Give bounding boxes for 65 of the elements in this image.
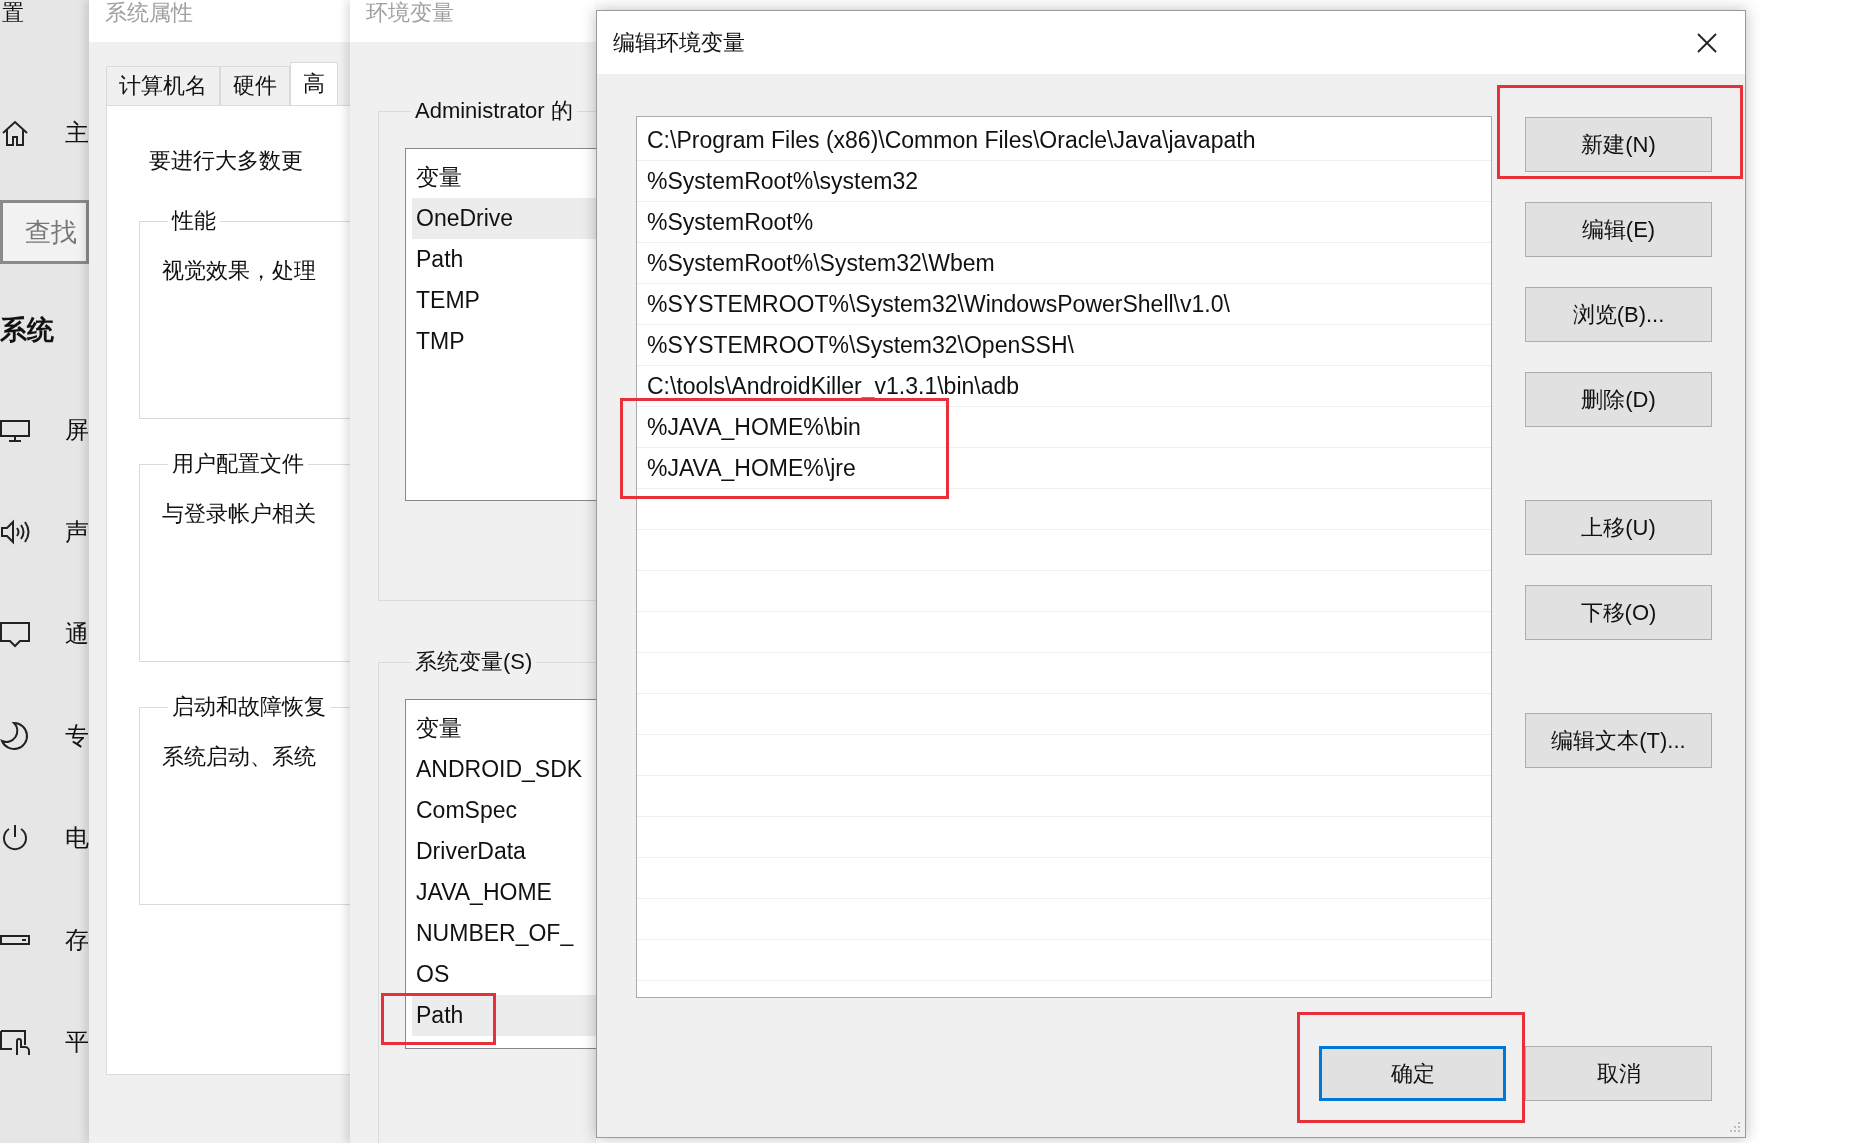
window-title: 环境变量	[366, 0, 454, 26]
intro-text: 要进行大多数更	[149, 147, 304, 175]
tab[interactable]: 高	[290, 62, 338, 105]
resize-grip-icon[interactable]	[1728, 1120, 1742, 1134]
group-title: 系统变量(S)	[414, 648, 534, 676]
variable-row[interactable]: Path	[412, 239, 596, 280]
tablet-icon	[0, 1027, 30, 1057]
message-icon	[0, 619, 30, 649]
column-header: 变量	[415, 163, 463, 192]
home-icon	[0, 118, 30, 148]
nav-item[interactable]: 存	[65, 924, 89, 956]
dialog-title: 编辑环境变量	[613, 28, 745, 57]
dialog-button[interactable]: 编辑(E)	[1525, 202, 1712, 257]
group-title: Administrator 的	[414, 97, 574, 125]
path-entry[interactable]: C:\Program Files (x86)\Common Files\Oracle\Java\javapath	[637, 120, 1491, 161]
section-title: 系统	[0, 314, 55, 347]
nav-item[interactable]: 声	[65, 516, 89, 548]
tab[interactable]: 硬件	[220, 66, 290, 105]
nav-item[interactable]: 通	[65, 618, 89, 650]
window-title: 系统属性	[105, 0, 193, 26]
dialog-button[interactable]: 浏览(B)...	[1525, 287, 1712, 342]
variable-row[interactable]: NUMBER_OF_	[412, 913, 596, 954]
path-entry[interactable]: %SYSTEMROOT%\System32\WindowsPowerShell\v1.0\	[637, 284, 1491, 325]
group-text: 视觉效果，处理	[162, 257, 317, 285]
moon-icon	[0, 721, 30, 751]
window-title: 置	[1, 0, 25, 26]
variable-row[interactable]: TMP	[412, 321, 596, 362]
group-text: 与登录帐户相关	[162, 500, 317, 528]
path-entry[interactable]: %SystemRoot%	[637, 202, 1491, 243]
cancel-button[interactable]: 取消	[1525, 1046, 1712, 1101]
group-text: 系统启动、系统	[162, 743, 317, 771]
path-entry[interactable]: %JAVA_HOME%\jre	[637, 448, 1491, 489]
dialog-button[interactable]: 删除(D)	[1525, 372, 1712, 427]
variable-row[interactable]: Path	[412, 995, 596, 1036]
variable-row[interactable]: TEMP	[412, 280, 596, 321]
dialog-button[interactable]: 编辑文本(T)...	[1525, 713, 1712, 768]
variable-row[interactable]: JAVA_HOME	[412, 872, 596, 913]
variable-row[interactable]: ANDROID_SDK	[412, 749, 596, 790]
nav-item[interactable]: 专	[65, 720, 89, 752]
variable-row[interactable]: OneDrive	[412, 198, 596, 239]
path-entry[interactable]: C:\tools\AndroidKiller_v1.3.1\bin\adb	[637, 366, 1491, 407]
speaker-icon	[0, 517, 30, 547]
search-field[interactable]: 查找	[0, 200, 89, 264]
tab[interactable]: 计算机名	[106, 66, 220, 105]
dialog-button[interactable]: 新建(N)	[1525, 117, 1712, 172]
path-entry[interactable]: %SystemRoot%\System32\Wbem	[637, 243, 1491, 284]
variable-row[interactable]: DriverData	[412, 831, 596, 872]
path-entry[interactable]: %SYSTEMROOT%\System32\OpenSSH\	[637, 325, 1491, 366]
dialog-button[interactable]: 上移(U)	[1525, 500, 1712, 555]
nav-item[interactable]: 电	[65, 822, 89, 854]
nav-item[interactable]: 平	[65, 1026, 89, 1058]
ok-button[interactable]: 确定	[1319, 1046, 1506, 1101]
group-title: 启动和故障恢复	[171, 693, 327, 721]
path-entry[interactable]: %SystemRoot%\system32	[637, 161, 1491, 202]
dialog-button[interactable]: 下移(O)	[1525, 585, 1712, 640]
column-header: 变量	[415, 714, 463, 743]
group-title: 用户配置文件	[171, 450, 305, 478]
variable-row[interactable]: ComSpec	[412, 790, 596, 831]
variable-row[interactable]: OS	[412, 954, 596, 995]
close-icon[interactable]	[1696, 31, 1718, 54]
path-entry[interactable]: %JAVA_HOME%\bin	[637, 407, 1491, 448]
group-title: 性能	[170, 207, 217, 235]
power-icon	[0, 823, 30, 853]
nav-item[interactable]: 主	[65, 117, 89, 149]
nav-item[interactable]: 屏	[65, 414, 89, 446]
